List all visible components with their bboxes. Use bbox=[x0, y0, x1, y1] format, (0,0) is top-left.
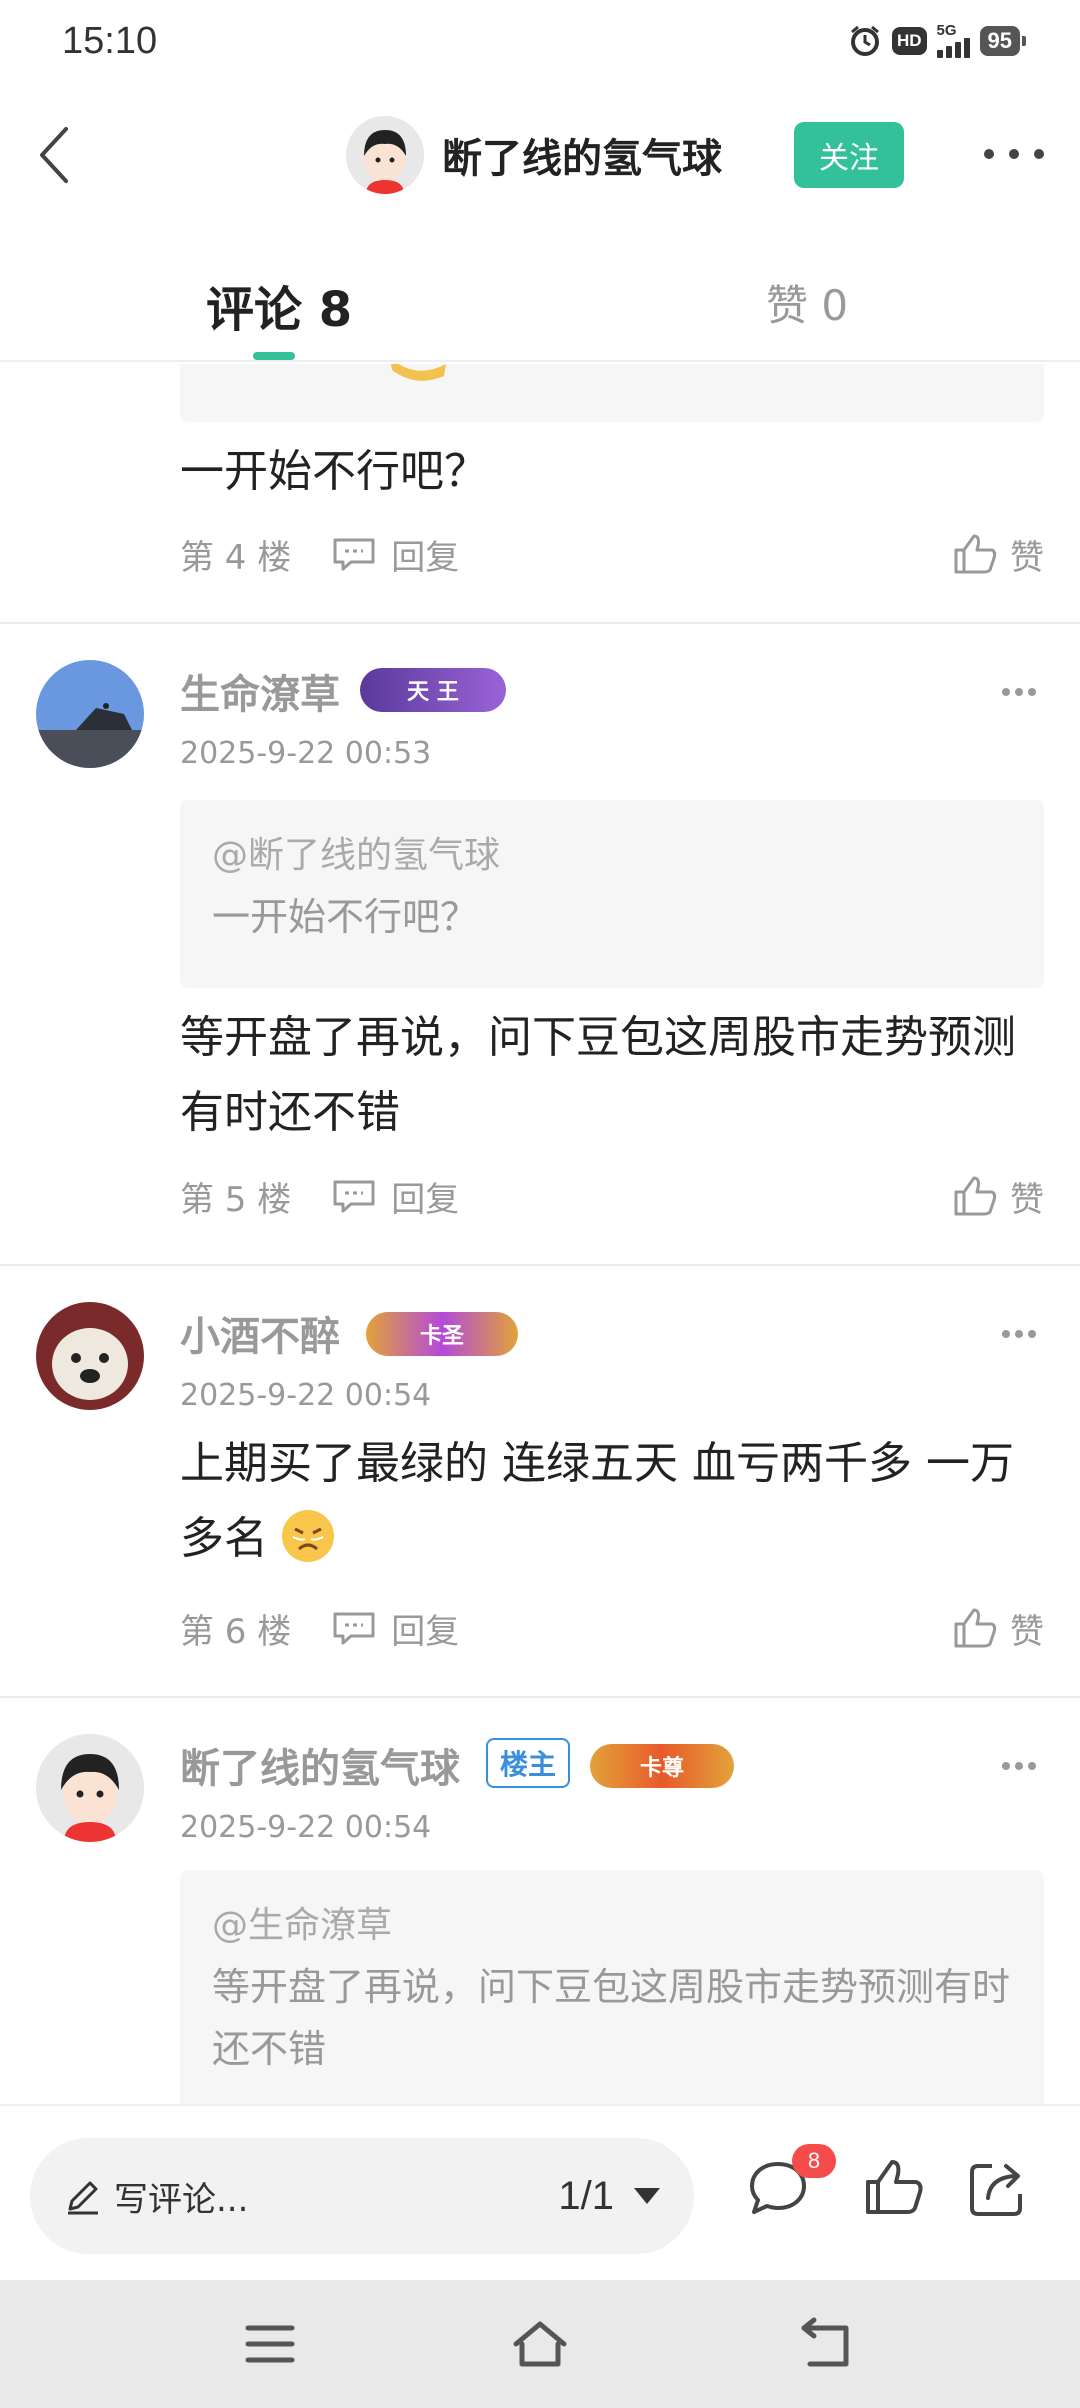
thumbs-up-icon bbox=[954, 534, 997, 574]
owner-tag: 楼主 bbox=[486, 1738, 571, 1788]
user-name[interactable]: 小酒不醉 bbox=[180, 1304, 340, 1362]
user-name[interactable]: 生命潦草 bbox=[180, 662, 340, 720]
reply-icon bbox=[333, 1180, 375, 1213]
reply-button[interactable]: 回复 bbox=[331, 1604, 459, 1653]
level-badge: 天 王 bbox=[360, 668, 506, 712]
hd-icon: HD bbox=[891, 27, 927, 55]
user-avatar[interactable] bbox=[36, 1734, 144, 1842]
back-nav-icon[interactable] bbox=[796, 2314, 856, 2374]
floor-label: 第 6 楼 bbox=[180, 1611, 292, 1652]
user-avatar[interactable] bbox=[36, 1302, 144, 1410]
bottom-bar: 写评论... 1/1 8 bbox=[0, 2104, 1080, 2280]
quote-mention: @断了线的氢气球 bbox=[212, 835, 501, 876]
quote-text: 一开始不行吧？ bbox=[212, 895, 479, 939]
system-nav-bar bbox=[0, 2280, 1080, 2408]
like-button[interactable]: 赞 bbox=[952, 1604, 1044, 1653]
more-options-button[interactable] bbox=[984, 136, 1044, 172]
comment-text: 一开始不行吧？ bbox=[180, 446, 488, 497]
comment-placeholder: 写评论... bbox=[114, 2179, 249, 2220]
author-name[interactable]: 断了线的氢气球 bbox=[442, 126, 722, 184]
page-selector[interactable]: 1/1 bbox=[558, 2174, 614, 2219]
quoted-comment[interactable]: @断了线的氢气球 一开始不行吧？ bbox=[180, 800, 1044, 988]
thumbs-up-icon bbox=[954, 1608, 997, 1648]
status-icons: HD 5G 95 bbox=[848, 22, 1027, 58]
tab-bar: 评论 8 赞 0 bbox=[0, 230, 1080, 362]
pencil-icon bbox=[68, 2181, 98, 2215]
signal-icon: 5G bbox=[936, 22, 970, 58]
comment-more-button[interactable] bbox=[1002, 686, 1036, 698]
level-badge: 卡尊 bbox=[590, 1744, 734, 1788]
sticker-image bbox=[391, 364, 446, 381]
user-avatar[interactable] bbox=[36, 660, 144, 768]
comment-date: 2025-9-22 00:53 bbox=[180, 736, 432, 771]
battery-icon: 95 bbox=[979, 26, 1027, 56]
quote-mention: @生命潦草 bbox=[212, 1905, 393, 1946]
thumbs-up-icon[interactable] bbox=[862, 2156, 926, 2220]
divider bbox=[0, 622, 1080, 624]
reply-button[interactable]: 回复 bbox=[331, 1172, 459, 1221]
level-badge: 卡圣 bbox=[366, 1312, 518, 1356]
top-header: 断了线的氢气球 关注 bbox=[0, 100, 1080, 210]
quote-text: 等开盘了再说，问下豆包这周股市走势预测有时还不错 bbox=[212, 1965, 1011, 2071]
comment-actions: 第 6 楼 回复 赞 bbox=[180, 1598, 1044, 1658]
comment-text: 等开盘了再说，问下豆包这周股市走势预测有时还不错 bbox=[180, 1012, 1016, 1138]
status-time: 15:10 bbox=[62, 20, 158, 62]
quote-box bbox=[180, 364, 1044, 422]
thumbs-up-icon bbox=[954, 1176, 997, 1216]
comment-date: 2025-9-22 00:54 bbox=[180, 1378, 432, 1413]
follow-button[interactable]: 关注 bbox=[794, 122, 904, 188]
reply-icon bbox=[333, 538, 375, 571]
comment-actions: 第 5 楼 回复 赞 bbox=[180, 1166, 1044, 1226]
reply-icon bbox=[333, 1612, 375, 1645]
tab-comments[interactable]: 评论 8 bbox=[206, 270, 352, 340]
comment-more-button[interactable] bbox=[1002, 1760, 1036, 1772]
author-info[interactable]: 断了线的氢气球 bbox=[346, 116, 722, 194]
back-button[interactable] bbox=[24, 120, 84, 190]
tab-active-indicator bbox=[253, 352, 295, 360]
divider bbox=[0, 1264, 1080, 1266]
like-button[interactable]: 赞 bbox=[952, 530, 1044, 579]
emoji-icon bbox=[282, 1510, 335, 1562]
comment-count-badge: 8 bbox=[792, 2144, 836, 2178]
divider bbox=[0, 1696, 1080, 1698]
comment-more-button[interactable] bbox=[1002, 1328, 1036, 1340]
share-icon[interactable] bbox=[966, 2156, 1030, 2220]
caret-down-icon[interactable] bbox=[634, 2188, 660, 2204]
author-avatar[interactable] bbox=[346, 116, 424, 194]
comment-body: 上期买了最绿的 连绿五天 血亏两千多 一万多名 bbox=[180, 1426, 1044, 1576]
comment-input[interactable]: 写评论... 1/1 bbox=[30, 2138, 694, 2254]
floor-label: 第 5 楼 bbox=[180, 1179, 292, 1220]
alarm-icon bbox=[850, 25, 879, 56]
quoted-comment[interactable]: @生命潦草 等开盘了再说，问下豆包这周股市走势预测有时还不错 bbox=[180, 1870, 1044, 2104]
menu-icon[interactable] bbox=[240, 2314, 300, 2374]
like-button[interactable]: 赞 bbox=[952, 1172, 1044, 1221]
user-name[interactable]: 断了线的氢气球 bbox=[180, 1736, 460, 1794]
chevron-left-icon bbox=[40, 127, 68, 183]
comment-feed[interactable]: 一开始不行吧？ 第 4 楼 回复 赞 生命潦草 天 王 2025-9-22 00… bbox=[0, 364, 1080, 2104]
comment-actions: 第 4 楼 回复 赞 bbox=[180, 524, 1044, 584]
home-icon[interactable] bbox=[510, 2314, 570, 2374]
tab-likes[interactable]: 赞 0 bbox=[766, 272, 848, 333]
floor-label: 第 4 楼 bbox=[180, 537, 292, 578]
comment-date: 2025-9-22 00:54 bbox=[180, 1810, 432, 1845]
status-bar: 15:10 HD 5G 95 bbox=[0, 0, 1080, 90]
reply-button[interactable]: 回复 bbox=[331, 530, 459, 579]
